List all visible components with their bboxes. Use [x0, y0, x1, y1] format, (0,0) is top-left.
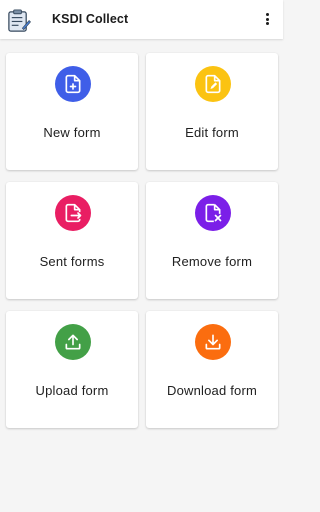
file-remove-icon — [205, 203, 222, 223]
more-vert-icon[interactable] — [261, 11, 273, 27]
download-form-icon-circle — [195, 324, 231, 360]
sent-forms-card[interactable]: Sent forms — [6, 182, 138, 299]
upload-form-label: Upload form — [35, 383, 109, 398]
download-form-card[interactable]: Download form — [146, 311, 278, 428]
remove-form-label: Remove form — [171, 254, 253, 269]
sent-forms-icon-circle — [55, 195, 91, 231]
upload-icon — [65, 334, 81, 350]
edit-form-label: Edit form — [185, 125, 239, 140]
sent-forms-label: Sent forms — [39, 254, 105, 269]
file-edit-icon — [205, 74, 221, 94]
app-bar: KSDI Collect — [0, 0, 283, 39]
upload-form-card[interactable]: Upload form — [6, 311, 138, 428]
new-form-label: New form — [43, 125, 101, 140]
file-export-icon — [65, 203, 82, 223]
edit-form-icon-circle — [195, 66, 231, 102]
download-form-label: Download form — [166, 383, 258, 398]
app-title: KSDI Collect — [52, 12, 129, 26]
download-icon — [205, 334, 221, 350]
new-form-card[interactable]: New form — [6, 53, 138, 170]
clipboard-form-icon — [8, 9, 31, 32]
remove-form-icon-circle — [195, 195, 231, 231]
edit-form-card[interactable]: Edit form — [146, 53, 278, 170]
remove-form-card[interactable]: Remove form — [146, 182, 278, 299]
new-form-icon-circle — [55, 66, 91, 102]
file-plus-icon — [65, 74, 81, 94]
upload-form-icon-circle — [55, 324, 91, 360]
